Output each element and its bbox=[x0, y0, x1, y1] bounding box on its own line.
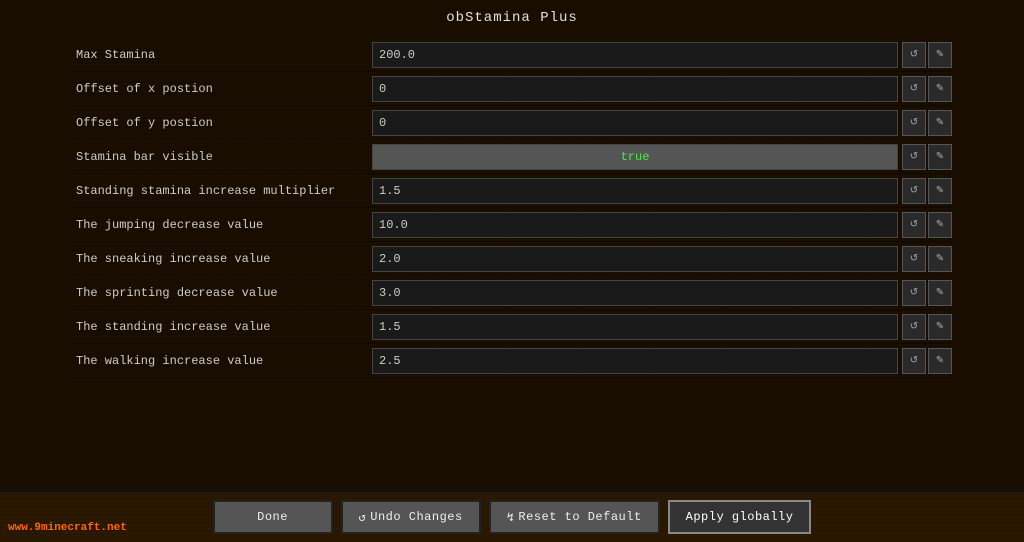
setting-input-wrapper-walking-increase bbox=[372, 348, 898, 374]
setting-input-jumping-decrease[interactable] bbox=[372, 212, 898, 238]
setting-label-sneaking-increase: The sneaking increase value bbox=[72, 252, 372, 266]
settings-container: Max Stamina↺✎Offset of x postion↺✎Offset… bbox=[72, 34, 952, 490]
watermark: www.9minecraft.net bbox=[8, 522, 127, 534]
done-button[interactable]: Done bbox=[213, 500, 333, 534]
setting-reset-btn-offset-x[interactable]: ↺ bbox=[902, 76, 926, 102]
watermark-site: 9minecraft bbox=[34, 522, 100, 534]
watermark-prefix: www. bbox=[8, 522, 34, 534]
setting-input-wrapper-standing-increase bbox=[372, 314, 898, 340]
setting-input-wrapper-sneaking-increase bbox=[372, 246, 898, 272]
setting-row-offset-x: Offset of x postion ↺✎ bbox=[72, 72, 952, 106]
apply-globally-button[interactable]: Apply globally bbox=[668, 500, 812, 534]
setting-edit-btn-sprinting-decrease[interactable]: ✎ bbox=[928, 280, 952, 306]
bottom-bar: Done ↺ Undo Changes ↯ Reset to Default A… bbox=[0, 490, 1024, 542]
setting-edit-btn-walking-increase[interactable]: ✎ bbox=[928, 348, 952, 374]
title-bar: obStamina Plus bbox=[0, 0, 1024, 34]
setting-reset-btn-standing-multiplier[interactable]: ↺ bbox=[902, 178, 926, 204]
setting-actions-stamina-visible: ↺✎ bbox=[898, 144, 952, 170]
setting-label-jumping-decrease: The jumping decrease value bbox=[72, 218, 372, 232]
setting-input-wrapper-max-stamina bbox=[372, 42, 898, 68]
setting-row-standing-multiplier: Standing stamina increase multiplier ↺✎ bbox=[72, 174, 952, 208]
reset-label: Reset to Default bbox=[518, 510, 641, 524]
setting-edit-btn-stamina-visible[interactable]: ✎ bbox=[928, 144, 952, 170]
setting-row-max-stamina: Max Stamina ↺✎ bbox=[72, 38, 952, 72]
setting-row-jumping-decrease: The jumping decrease value ↺✎ bbox=[72, 208, 952, 242]
setting-input-wrapper-jumping-decrease bbox=[372, 212, 898, 238]
setting-label-standing-increase: The standing increase value bbox=[72, 320, 372, 334]
setting-input-stamina-visible[interactable] bbox=[372, 144, 898, 170]
setting-input-standing-increase[interactable] bbox=[372, 314, 898, 340]
setting-actions-sneaking-increase: ↺✎ bbox=[898, 246, 952, 272]
setting-input-wrapper-offset-x bbox=[372, 76, 898, 102]
undo-button[interactable]: ↺ Undo Changes bbox=[341, 500, 481, 534]
setting-label-walking-increase: The walking increase value bbox=[72, 354, 372, 368]
undo-icon: ↺ bbox=[359, 510, 367, 525]
setting-input-sneaking-increase[interactable] bbox=[372, 246, 898, 272]
setting-edit-btn-jumping-decrease[interactable]: ✎ bbox=[928, 212, 952, 238]
setting-input-max-stamina[interactable] bbox=[372, 42, 898, 68]
setting-row-walking-increase: The walking increase value ↺✎ bbox=[72, 344, 952, 378]
setting-actions-standing-increase: ↺✎ bbox=[898, 314, 952, 340]
setting-input-standing-multiplier[interactable] bbox=[372, 178, 898, 204]
setting-input-offset-x[interactable] bbox=[372, 76, 898, 102]
reset-button[interactable]: ↯ Reset to Default bbox=[489, 500, 660, 534]
setting-row-sprinting-decrease: The sprinting decrease value ↺✎ bbox=[72, 276, 952, 310]
setting-reset-btn-walking-increase[interactable]: ↺ bbox=[902, 348, 926, 374]
setting-label-offset-y: Offset of y postion bbox=[72, 116, 372, 130]
setting-input-walking-increase[interactable] bbox=[372, 348, 898, 374]
setting-input-sprinting-decrease[interactable] bbox=[372, 280, 898, 306]
setting-input-wrapper-offset-y bbox=[372, 110, 898, 136]
setting-label-max-stamina: Max Stamina bbox=[72, 48, 372, 62]
setting-input-offset-y[interactable] bbox=[372, 110, 898, 136]
setting-actions-jumping-decrease: ↺✎ bbox=[898, 212, 952, 238]
reset-icon: ↯ bbox=[507, 510, 515, 525]
setting-edit-btn-offset-y[interactable]: ✎ bbox=[928, 110, 952, 136]
setting-edit-btn-standing-multiplier[interactable]: ✎ bbox=[928, 178, 952, 204]
setting-reset-btn-stamina-visible[interactable]: ↺ bbox=[902, 144, 926, 170]
undo-label: Undo Changes bbox=[370, 510, 462, 524]
setting-edit-btn-standing-increase[interactable]: ✎ bbox=[928, 314, 952, 340]
setting-input-wrapper-stamina-visible bbox=[372, 144, 898, 170]
setting-actions-walking-increase: ↺✎ bbox=[898, 348, 952, 374]
setting-edit-btn-sneaking-increase[interactable]: ✎ bbox=[928, 246, 952, 272]
setting-row-sneaking-increase: The sneaking increase value ↺✎ bbox=[72, 242, 952, 276]
setting-actions-standing-multiplier: ↺✎ bbox=[898, 178, 952, 204]
setting-reset-btn-jumping-decrease[interactable]: ↺ bbox=[902, 212, 926, 238]
setting-actions-offset-y: ↺✎ bbox=[898, 110, 952, 136]
page-title: obStamina Plus bbox=[446, 10, 578, 26]
setting-row-standing-increase: The standing increase value ↺✎ bbox=[72, 310, 952, 344]
setting-reset-btn-offset-y[interactable]: ↺ bbox=[902, 110, 926, 136]
setting-actions-offset-x: ↺✎ bbox=[898, 76, 952, 102]
setting-input-wrapper-sprinting-decrease bbox=[372, 280, 898, 306]
setting-actions-max-stamina: ↺✎ bbox=[898, 42, 952, 68]
setting-input-wrapper-standing-multiplier bbox=[372, 178, 898, 204]
setting-row-stamina-visible: Stamina bar visible ↺✎ bbox=[72, 140, 952, 174]
setting-reset-btn-sneaking-increase[interactable]: ↺ bbox=[902, 246, 926, 272]
setting-label-standing-multiplier: Standing stamina increase multiplier bbox=[72, 184, 372, 198]
setting-edit-btn-max-stamina[interactable]: ✎ bbox=[928, 42, 952, 68]
setting-reset-btn-standing-increase[interactable]: ↺ bbox=[902, 314, 926, 340]
setting-label-offset-x: Offset of x postion bbox=[72, 82, 372, 96]
setting-label-sprinting-decrease: The sprinting decrease value bbox=[72, 286, 372, 300]
setting-reset-btn-sprinting-decrease[interactable]: ↺ bbox=[902, 280, 926, 306]
setting-edit-btn-offset-x[interactable]: ✎ bbox=[928, 76, 952, 102]
page-wrapper: obStamina Plus Max Stamina↺✎Offset of x … bbox=[0, 0, 1024, 542]
setting-label-stamina-visible: Stamina bar visible bbox=[72, 150, 372, 164]
setting-reset-btn-max-stamina[interactable]: ↺ bbox=[902, 42, 926, 68]
setting-actions-sprinting-decrease: ↺✎ bbox=[898, 280, 952, 306]
setting-row-offset-y: Offset of y postion ↺✎ bbox=[72, 106, 952, 140]
watermark-suffix: .net bbox=[100, 522, 126, 534]
